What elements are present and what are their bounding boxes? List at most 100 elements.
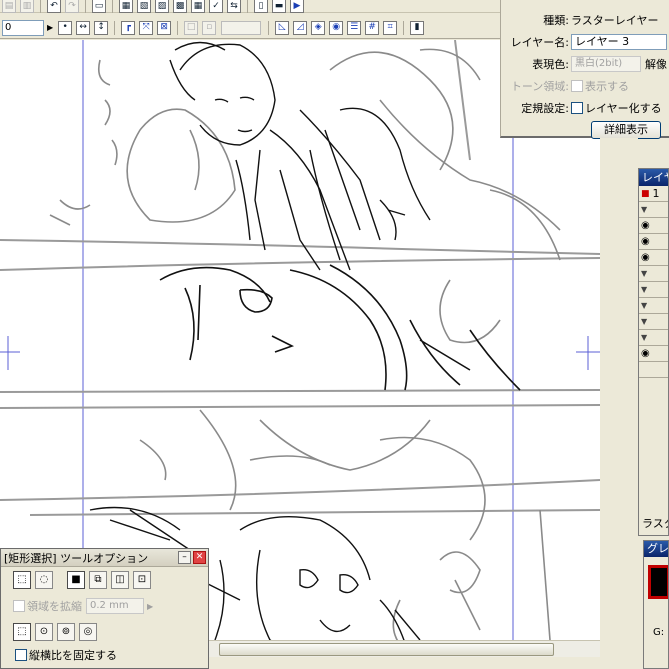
- dot-select-icon[interactable]: •: [58, 20, 73, 35]
- layer-type-label: 種類:: [543, 14, 569, 27]
- disabled-icon[interactable]: □: [184, 20, 199, 35]
- layer-icon-4[interactable]: ▩: [173, 0, 187, 13]
- add-selection-icon[interactable]: ⧉: [89, 571, 107, 589]
- move-horizontal-icon[interactable]: ↔: [76, 20, 91, 35]
- aa-strong-icon[interactable]: ◎: [79, 623, 97, 641]
- collapse-icon[interactable]: ▼: [641, 317, 647, 326]
- expand-label: 領域を拡縮: [27, 600, 82, 613]
- color-swatch[interactable]: [648, 565, 668, 599]
- tone-area-value: 表示する: [585, 80, 629, 93]
- layer-row[interactable]: ◉: [639, 250, 668, 266]
- eye-icon[interactable]: ◉: [641, 252, 650, 263]
- ellipse-select-icon[interactable]: ◌: [35, 571, 53, 589]
- collapse-icon[interactable]: ▼: [641, 301, 647, 310]
- layer-row[interactable]: ▼: [639, 314, 668, 330]
- layer-icon-3[interactable]: ▨: [155, 0, 169, 13]
- move-vertical-icon[interactable]: ↕: [94, 20, 109, 35]
- aspect-checkbox[interactable]: [15, 649, 27, 661]
- collapse-icon[interactable]: ▼: [641, 333, 647, 342]
- new-selection-icon[interactable]: ■: [67, 571, 85, 589]
- ruler-icon[interactable]: ┏: [121, 20, 136, 35]
- ruler-triangle-icon[interactable]: ◺: [275, 20, 290, 35]
- crop-icon[interactable]: ⊠: [157, 20, 172, 35]
- layer-count: 1: [652, 187, 660, 200]
- layer-row[interactable]: ◉: [639, 346, 668, 362]
- disabled-icon-2[interactable]: ▫: [202, 20, 217, 35]
- close-icon[interactable]: ✕: [193, 551, 206, 564]
- perspective-icon[interactable]: ◈: [311, 20, 326, 35]
- print-icon[interactable]: ▭: [92, 0, 106, 13]
- minimize-icon[interactable]: –: [178, 551, 191, 564]
- grey-panel-title[interactable]: グレ: [644, 541, 668, 557]
- aa-mid-icon[interactable]: ⊚: [57, 623, 75, 641]
- shape-icon[interactable]: ◉: [329, 20, 344, 35]
- collapse-icon[interactable]: ▼: [641, 285, 647, 294]
- tone-area-checkbox[interactable]: [571, 80, 583, 92]
- zoom-arrow-icon[interactable]: ▶: [47, 23, 53, 32]
- layer-row[interactable]: ▼: [639, 330, 668, 346]
- eye-icon[interactable]: ◉: [641, 220, 650, 231]
- selection-mode-row: ⬚ ◌ ■ ⧉ ◫ ⊡: [1, 567, 208, 593]
- redo-icon[interactable]: ↷: [65, 0, 79, 13]
- layer-row[interactable]: ▼: [639, 298, 668, 314]
- delete-icon[interactable]: ▥: [20, 0, 34, 13]
- color-icon[interactable]: ■: [641, 189, 650, 199]
- play-icon[interactable]: ▶: [290, 0, 304, 13]
- expand-row: 領域を拡縮 0.2 mm ▶: [1, 593, 208, 619]
- aspect-label: 縦横比を固定する: [29, 649, 117, 662]
- layer-name-row: レイヤー名: レイヤー 3: [501, 31, 669, 53]
- transform-icon[interactable]: ⤧: [139, 20, 154, 35]
- tool-option-title: [矩形選択] ツールオプション: [4, 551, 149, 565]
- toolbar-separator: [247, 0, 248, 13]
- layer-name-input[interactable]: レイヤー 3: [571, 34, 667, 50]
- scrollbar-thumb[interactable]: [219, 643, 554, 656]
- status-strip: [209, 657, 600, 669]
- layer-kind-label: ラスタ: [642, 517, 668, 530]
- eye-icon[interactable]: ◉: [641, 236, 650, 247]
- grey-color-panel: グレ G:: [643, 540, 669, 669]
- layer-name-label: レイヤー名:: [510, 36, 569, 49]
- aa-none-icon[interactable]: ⬚: [13, 623, 31, 641]
- layer-color-select[interactable]: 黒白(2bit): [571, 56, 641, 72]
- detail-button[interactable]: 詳細表示: [591, 121, 661, 139]
- copy-icon[interactable]: ▤: [2, 0, 16, 13]
- layer-icon-2[interactable]: ▧: [137, 0, 151, 13]
- expand-value-input[interactable]: 0.2 mm: [86, 598, 144, 614]
- layer-row[interactable]: ◉: [639, 218, 668, 234]
- rect-select-icon[interactable]: ⬚: [13, 571, 31, 589]
- layer-color-row: 表現色: 黒白(2bit) 解像: [501, 53, 669, 75]
- panel-icon[interactable]: ▮: [410, 20, 425, 35]
- ruler-setting-label: 定規設定:: [521, 102, 569, 115]
- ruler-layer-value: レイヤー化する: [585, 102, 662, 115]
- zoom-input[interactable]: 0: [2, 19, 44, 36]
- swap-icon[interactable]: ⇆: [227, 0, 241, 13]
- page-icon[interactable]: ▯: [254, 0, 268, 13]
- grid-hash2-icon[interactable]: ⌗: [383, 20, 398, 35]
- layer-row[interactable]: ▼: [639, 266, 668, 282]
- grid-icon[interactable]: ▦: [191, 0, 205, 13]
- layer-panel-title[interactable]: レイヤ: [639, 169, 668, 186]
- layer-row[interactable]: ▼: [639, 282, 668, 298]
- check-icon[interactable]: ✓: [209, 0, 223, 13]
- tool-option-titlebar[interactable]: [矩形選択] ツールオプション – ✕: [1, 549, 208, 567]
- collapse-icon[interactable]: ▼: [641, 205, 647, 214]
- aa-weak-icon[interactable]: ⊙: [35, 623, 53, 641]
- grid-hash-icon[interactable]: #: [365, 20, 380, 35]
- eye-icon[interactable]: ◉: [641, 348, 650, 359]
- layer-row[interactable]: [639, 362, 668, 378]
- note-icon[interactable]: ▬: [272, 0, 286, 13]
- layer-row[interactable]: ▼: [639, 202, 668, 218]
- expand-arrow-icon[interactable]: ▶: [147, 602, 153, 611]
- subtract-selection-icon[interactable]: ◫: [111, 571, 129, 589]
- expand-checkbox[interactable]: [13, 600, 25, 612]
- lines-icon[interactable]: ☰: [347, 20, 362, 35]
- layer-row[interactable]: ◉: [639, 234, 668, 250]
- layer-icon-1[interactable]: ▦: [119, 0, 133, 13]
- intersect-selection-icon[interactable]: ⊡: [133, 571, 151, 589]
- collapse-icon[interactable]: ▼: [641, 269, 647, 278]
- horizontal-scrollbar[interactable]: [209, 640, 600, 657]
- undo-icon[interactable]: ↶: [47, 0, 61, 13]
- ruler-layer-checkbox[interactable]: [571, 102, 583, 114]
- ruler-set-icon[interactable]: ◿: [293, 20, 308, 35]
- tone-area-label: トーン領域:: [510, 80, 569, 93]
